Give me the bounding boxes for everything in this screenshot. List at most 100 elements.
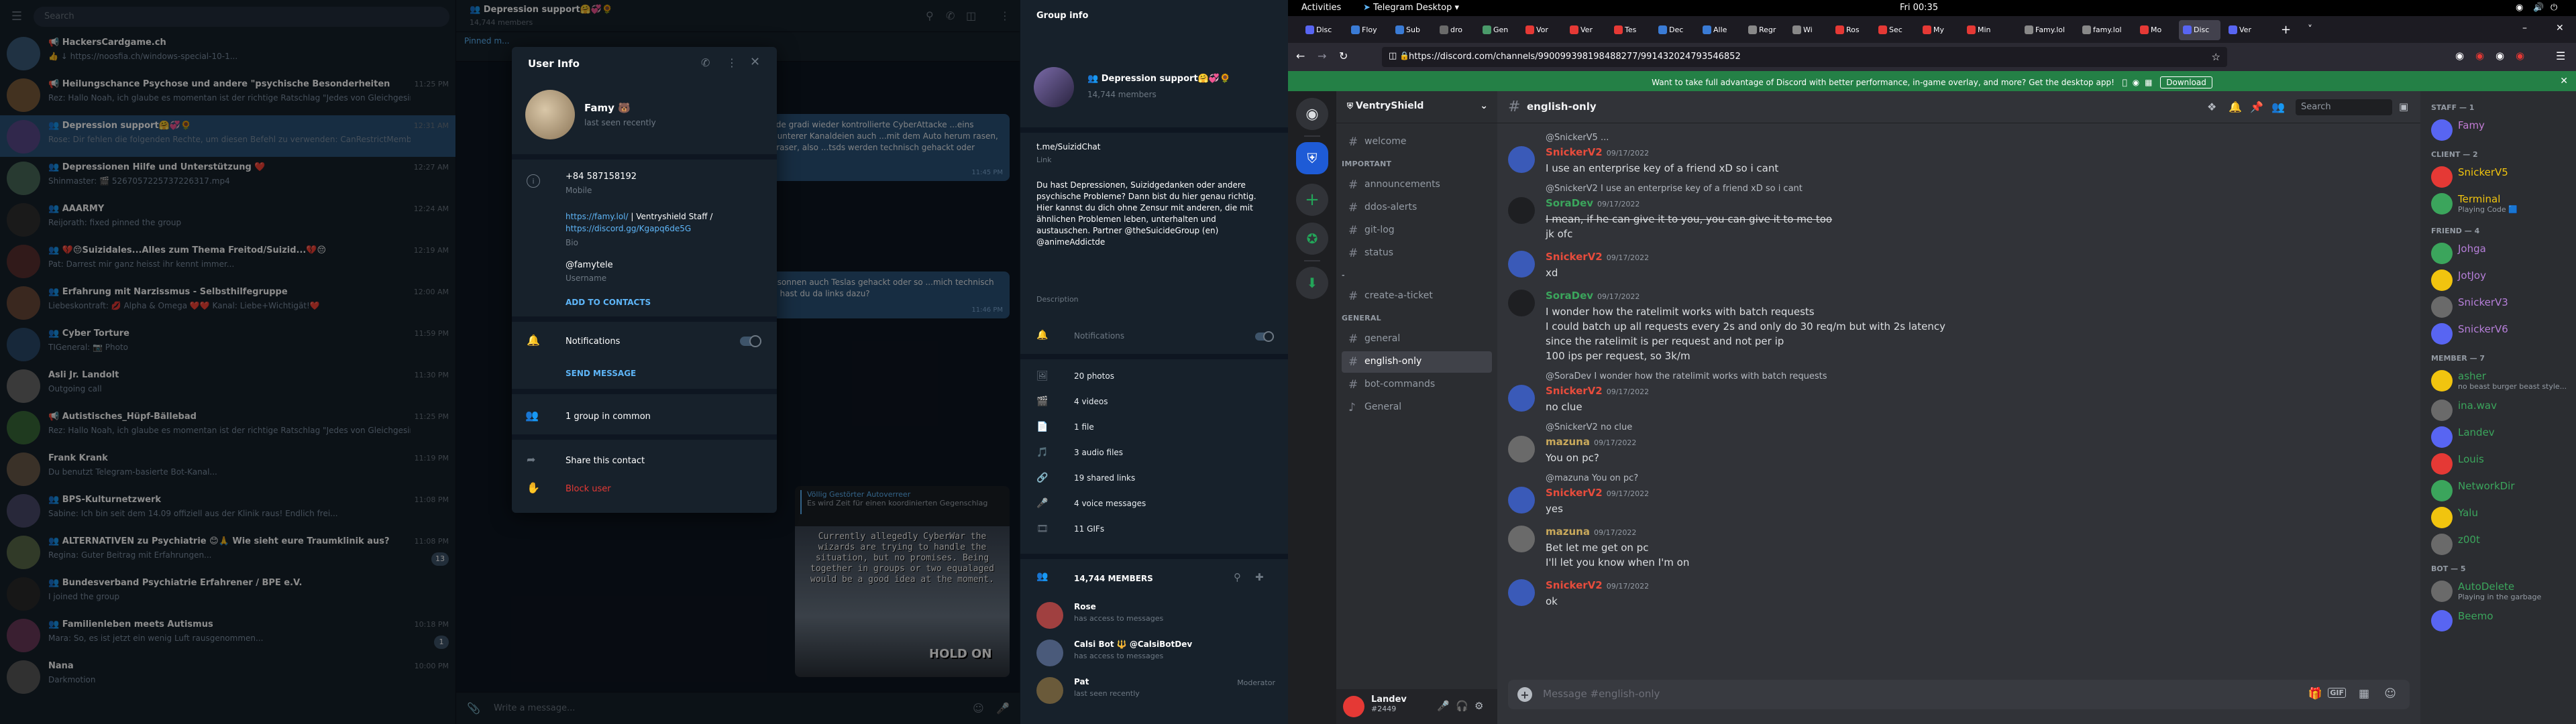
avatar[interactable] <box>1508 579 1535 606</box>
extension-icon[interactable]: ◉ <box>2496 50 2504 62</box>
member-item[interactable]: Louis <box>2426 450 2571 479</box>
browser-tab[interactable]: Vor <box>1521 20 1563 40</box>
browser-tab[interactable]: famy.lol <box>2078 20 2135 40</box>
add-server-icon[interactable]: + <box>1296 184 1328 216</box>
explore-icon[interactable]: ✪ <box>1296 223 1328 255</box>
member-item[interactable]: Landev <box>2426 424 2571 452</box>
browser-tab[interactable]: Alle <box>1699 20 1740 40</box>
message-author[interactable]: SnickerV2 <box>1546 385 1603 397</box>
url-bar[interactable]: ◫ 🔒 https://discord.com/channels/9900993… <box>1382 47 2227 67</box>
browser-tab[interactable]: Sub <box>1391 20 1433 40</box>
member-item[interactable]: SnickerV3 <box>2426 294 2571 322</box>
browser-tab[interactable]: Ver <box>1566 20 1607 40</box>
close-icon[interactable]: ✕ <box>2556 23 2564 34</box>
member-item[interactable]: Johga <box>2426 240 2571 268</box>
channel-category[interactable]: IMPORTANT <box>1342 160 1391 168</box>
member-item[interactable]: NetworkDir <box>2426 477 2571 505</box>
channel-item-english-only[interactable]: # english-only <box>1342 351 1492 373</box>
reply-reference[interactable]: @SnickerV2 no clue <box>1546 422 1632 432</box>
threads-icon[interactable]: ❖ <box>2207 101 2216 113</box>
group-avatar[interactable] <box>1034 67 1074 107</box>
extension-icon[interactable]: ◉ <box>2475 50 2484 62</box>
browser-tab[interactable]: dro <box>1436 20 1477 40</box>
power-icon[interactable]: ⏻ <box>2551 3 2557 13</box>
gift-icon[interactable]: 🎁 <box>2308 687 2322 701</box>
search-icon[interactable]: ⚲ <box>1234 571 1241 583</box>
send-message-button[interactable]: SEND MESSAGE <box>566 369 636 378</box>
member-item[interactable]: AutoDelete Playing in the garbage <box>2426 578 2571 606</box>
message-author[interactable]: SoraDev <box>1546 197 1593 209</box>
clock[interactable]: Fri 00:35 <box>1892 0 1946 16</box>
sticker-icon[interactable]: ▦ <box>2359 687 2369 701</box>
reload-icon[interactable]: ↻ <box>1339 50 1348 62</box>
bio-link[interactable]: https://discord.gg/Kgapq6de5G <box>566 224 691 233</box>
browser-tab[interactable]: Ros <box>1831 20 1873 40</box>
channel-item-ddos-alerts[interactable]: # ddos-alerts <box>1342 197 1492 219</box>
browser-tab[interactable]: Gen <box>1479 20 1520 40</box>
more-icon[interactable]: ⋮ <box>727 56 737 69</box>
channel-item-bot-commands[interactable]: # bot-commands <box>1342 374 1492 396</box>
channel-category[interactable]: - <box>1342 271 1345 280</box>
volume-icon[interactable]: 🔊 <box>2533 3 2544 13</box>
browser-tab[interactable]: Tes <box>1610 20 1652 40</box>
groups-in-common[interactable]: 1 group in common <box>566 412 651 422</box>
bookmark-icon[interactable]: ☆ <box>2212 51 2220 63</box>
add-to-contacts-button[interactable]: ADD TO CONTACTS <box>566 298 651 307</box>
member-item[interactable]: asher no beast burger beast style... <box>2426 367 2571 396</box>
server-header[interactable]: ⛨ VentryShield ⌄ <box>1336 91 1497 123</box>
extension-icon[interactable]: ◉ <box>2455 50 2464 62</box>
channel-item-announcements[interactable]: # announcements <box>1342 174 1492 196</box>
channel-item-general[interactable]: # general <box>1342 328 1492 350</box>
inbox-icon[interactable]: ▣ <box>2399 101 2408 113</box>
microphone-muted-icon[interactable]: 🎤 <box>1437 700 1450 712</box>
shield-icon[interactable]: ◫ <box>1389 51 1397 61</box>
discord-home-icon[interactable]: ◉ <box>1296 98 1328 130</box>
reply-reference[interactable]: @mazuna You on pc? <box>1546 473 1638 483</box>
reply-reference[interactable]: @SnickerV2 I use an enterprise key of a … <box>1546 184 1803 194</box>
menu-icon[interactable]: ☰ <box>2556 50 2565 62</box>
emoji-icon[interactable]: ☺ <box>2384 687 2396 701</box>
browser-tab[interactable]: Mo <box>2136 20 2178 40</box>
call-icon[interactable]: ✆ <box>701 56 710 69</box>
members-icon[interactable]: 👥 <box>2271 101 2285 113</box>
share-contact-button[interactable]: Share this contact <box>566 456 645 466</box>
close-icon[interactable]: ✕ <box>2560 76 2568 86</box>
download-apps-icon[interactable]: ⬇ <box>1296 267 1328 299</box>
shared-media-item[interactable]: 🎬 4 videos <box>1020 393 1289 412</box>
bell-icon[interactable]: 🔔 <box>2229 101 2242 113</box>
shared-media-item[interactable]: 🔗 19 shared links <box>1020 469 1289 488</box>
message-author[interactable]: SnickerV2 <box>1546 251 1603 263</box>
channel-item-status[interactable]: # status <box>1342 243 1492 264</box>
search-input[interactable]: Search <box>2296 99 2392 115</box>
member-item[interactable]: JotJoy <box>2426 267 2571 295</box>
forward-icon[interactable]: → <box>1318 50 1326 62</box>
avatar[interactable] <box>1508 526 1535 552</box>
notifications-toggle[interactable] <box>1255 331 1274 342</box>
shared-media-item[interactable]: 📄 1 file <box>1020 418 1289 437</box>
browser-tab[interactable]: My <box>1919 20 1960 40</box>
username[interactable]: @famytele <box>566 260 613 270</box>
avatar[interactable] <box>1508 197 1535 224</box>
reply-reference[interactable]: @SoraDev I wonder how the ratelimit work… <box>1546 371 1827 381</box>
message-author[interactable]: SnickerV2 <box>1546 146 1603 158</box>
browser-tab[interactable]: Disc <box>1301 20 1343 40</box>
headphones-icon[interactable]: 🎧 <box>1456 700 1468 712</box>
avatar[interactable] <box>525 90 575 139</box>
member-item[interactable]: Terminal Playing Code 🟦 <box>2426 190 2571 219</box>
browser-tab[interactable]: Wi <box>1788 20 1830 40</box>
avatar[interactable] <box>1508 146 1535 173</box>
browser-tab[interactable]: Floy <box>1347 20 1389 40</box>
block-user-button[interactable]: Block user <box>566 484 611 494</box>
download-button[interactable]: Download <box>2160 76 2212 88</box>
minimize-icon[interactable]: – <box>2522 23 2527 34</box>
add-member-icon[interactable]: ✚ <box>1255 571 1264 583</box>
phone-number[interactable]: +84 587158192 <box>566 172 637 182</box>
member-item[interactable]: SnickerV5 <box>2426 164 2571 192</box>
shared-media-item[interactable]: 🎤 4 voice messages <box>1020 495 1289 514</box>
new-tab-icon[interactable]: + <box>2281 23 2291 37</box>
shared-media-item[interactable]: 🖼 20 photos <box>1020 367 1289 386</box>
browser-tab[interactable]: Sec <box>1874 20 1916 40</box>
member-item[interactable]: ina.wav <box>2426 397 2571 425</box>
channel-item-general[interactable]: ♪ General <box>1342 397 1492 418</box>
notifications-toggle[interactable] <box>740 335 761 347</box>
